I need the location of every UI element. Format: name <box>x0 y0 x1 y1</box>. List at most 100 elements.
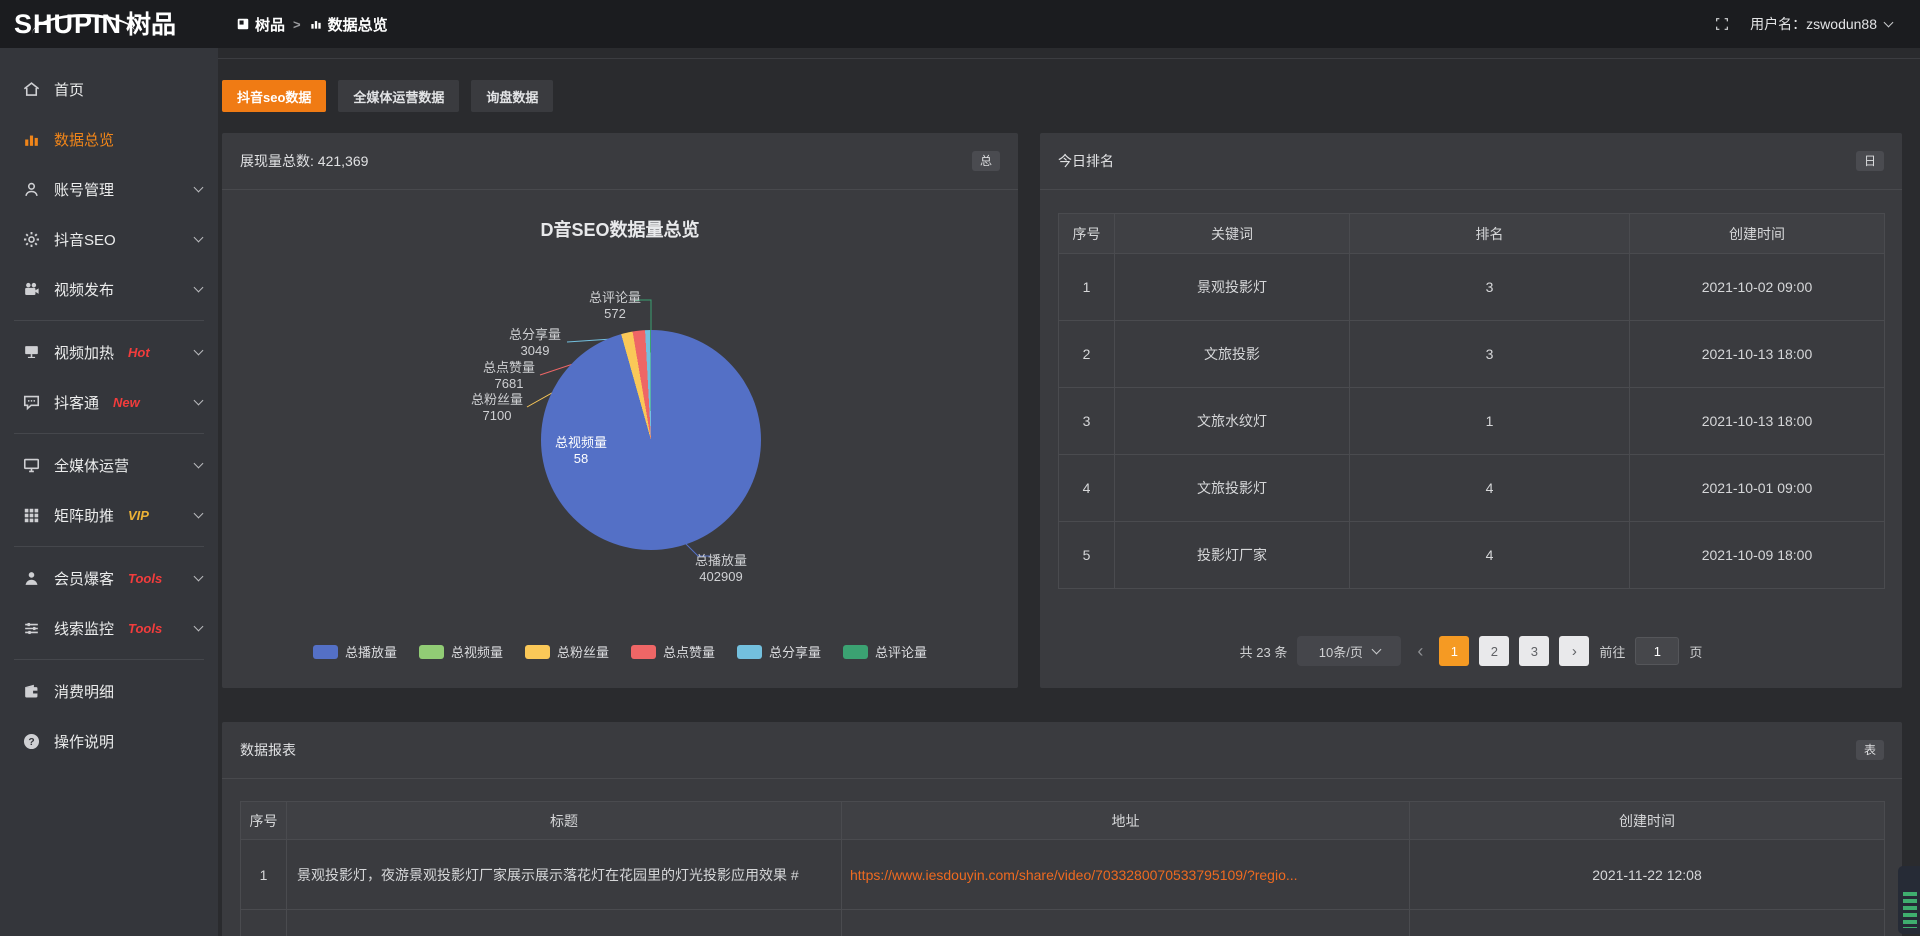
report-row-link[interactable]: https://www.iesdouyin.com/share/video/70… <box>850 867 1298 883</box>
pie-callout-videos: 总视频量58 <box>555 435 607 467</box>
sidebar-divider <box>14 546 204 547</box>
page-button-3[interactable]: 3 <box>1519 636 1549 666</box>
overview-panel-header: 展现量总数: 421,369 总 <box>222 133 1018 190</box>
sidebar-item-account[interactable]: 账号管理 <box>0 164 218 214</box>
total-toggle-button[interactable]: 总 <box>972 151 1000 171</box>
table-row-partial <box>241 910 1885 936</box>
pie-callout-fans: 总粉丝量7100 <box>471 392 523 424</box>
sidebar-item-instructions[interactable]: ? 操作说明 <box>0 716 218 766</box>
chart-title: D音SEO数据量总览 <box>222 216 1018 242</box>
chat-icon <box>22 393 41 412</box>
sidebar-item-media-operation[interactable]: 全媒体运营 <box>0 440 218 490</box>
goto-page-input[interactable] <box>1635 637 1679 665</box>
next-page-button[interactable]: › <box>1559 636 1589 666</box>
video-camera-icon <box>22 280 41 299</box>
chevron-down-icon <box>1371 644 1381 654</box>
chart-legend: 总播放量 总视频量 总粉丝量 总点赞量 总分享量 总评论量 <box>222 642 1018 661</box>
gear-icon <box>22 230 41 249</box>
badge-new: New <box>113 395 140 410</box>
column-header-url: 地址 <box>842 802 1410 840</box>
sidebar-item-douyin-seo[interactable]: 抖音SEO <box>0 214 218 264</box>
chevron-down-icon <box>194 459 204 469</box>
breadcrumb-separator: > <box>293 17 301 32</box>
legend-item-plays[interactable]: 总播放量 <box>313 642 397 661</box>
username-label: 用户名：zswodun88 <box>1750 14 1877 34</box>
floating-contact-widget[interactable] <box>1898 866 1920 934</box>
legend-swatch <box>419 645 444 659</box>
legend-item-fans[interactable]: 总粉丝量 <box>525 642 609 661</box>
user-menu[interactable]: 用户名：zswodun88 <box>1750 14 1892 34</box>
tab-douyin-seo-data[interactable]: 抖音seo数据 <box>222 80 326 112</box>
column-header-title: 标题 <box>287 802 842 840</box>
member-icon <box>22 569 41 588</box>
column-header-created: 创建时间 <box>1630 214 1885 254</box>
sidebar-divider <box>14 433 204 434</box>
sidebar-item-consumption[interactable]: 消费明细 <box>0 666 218 716</box>
pagination: 共 23 条 10条/页 ‹ 1 2 3 › 前往 页 <box>1040 636 1902 666</box>
page-button-1[interactable]: 1 <box>1439 636 1469 666</box>
table-row: 2 文旅投影 3 2021-10-13 18:00 <box>1059 321 1885 388</box>
page-size-select[interactable]: 10条/页 <box>1297 636 1401 666</box>
sidebar-item-clue-monitor[interactable]: 线索监控 Tools <box>0 603 218 653</box>
user-icon <box>22 180 41 199</box>
legend-item-videos[interactable]: 总视频量 <box>419 642 503 661</box>
daily-toggle-button[interactable]: 日 <box>1856 151 1884 171</box>
sidebar-item-data-overview[interactable]: 数据总览 <box>0 114 218 164</box>
wallet-icon <box>22 682 41 701</box>
chevron-down-icon <box>194 233 204 243</box>
data-tabs: 抖音seo数据 全媒体运营数据 询盘数据 <box>222 80 553 112</box>
chevron-down-icon <box>194 572 204 582</box>
chevron-down-icon <box>194 283 204 293</box>
table-toggle-button[interactable]: 表 <box>1856 740 1884 760</box>
report-row-title: 景观投影灯，夜游景观投影灯厂家展示展示落花灯在花园里的灯光投影应用效果 # <box>287 840 842 910</box>
table-row: 1 景观投影灯，夜游景观投影灯厂家展示展示落花灯在花园里的灯光投影应用效果 # … <box>241 840 1885 910</box>
ranking-panel: 今日排名 日 序号 关键词 排名 创建时间 1 景观投影灯 <box>1040 133 1902 688</box>
column-header-keyword: 关键词 <box>1115 214 1350 254</box>
tab-media-operation-data[interactable]: 全媒体运营数据 <box>338 80 459 112</box>
widget-stripes <box>1903 892 1917 928</box>
page-button-2[interactable]: 2 <box>1479 636 1509 666</box>
table-header-row: 序号 标题 地址 创建时间 <box>241 802 1885 840</box>
breadcrumb-current[interactable]: 数据总览 <box>309 14 388 35</box>
home-icon <box>22 80 41 99</box>
table-row: 3 文旅水纹灯 1 2021-10-13 18:00 <box>1059 388 1885 455</box>
legend-item-likes[interactable]: 总点赞量 <box>631 642 715 661</box>
sidebar-item-home[interactable]: 首页 <box>0 64 218 114</box>
logo-text-cn: 树品 <box>126 13 176 38</box>
legend-item-comments[interactable]: 总评论量 <box>843 642 927 661</box>
table-row: 4 文旅投影灯 4 2021-10-01 09:00 <box>1059 455 1885 522</box>
badge-vip: VIP <box>128 508 149 523</box>
report-panel-header: 数据报表 表 <box>222 722 1902 779</box>
breadcrumb-root[interactable]: 树品 <box>236 14 285 35</box>
sidebar: 首页 数据总览 账号管理 抖音SEO 视频发布 视频加热 Hot <box>0 48 218 936</box>
fullscreen-icon[interactable] <box>1714 16 1730 32</box>
chevron-down-icon <box>194 622 204 632</box>
sidebar-item-member-burst[interactable]: 会员爆客 Tools <box>0 553 218 603</box>
prev-page-button[interactable]: ‹ <box>1411 641 1429 662</box>
sidebar-item-matrix-boost[interactable]: 矩阵助推 VIP <box>0 490 218 540</box>
table-row: 1 景观投影灯 3 2021-10-02 09:00 <box>1059 254 1885 321</box>
sidebar-item-video-publish[interactable]: 视频发布 <box>0 264 218 314</box>
legend-swatch <box>737 645 762 659</box>
column-header-index: 序号 <box>1059 214 1115 254</box>
pie-chart-area: D音SEO数据量总览 总评论量572 总分享量3049 总点赞量7681 <box>222 190 1018 687</box>
top-header: SHUPIN 树品 树品 > 数据总览 用户名：zswodun88 <box>0 0 1920 48</box>
app-logo: SHUPIN 树品 <box>0 11 218 38</box>
badge-tools: Tools <box>128 571 162 586</box>
pie-callout-plays: 总播放量402909 <box>695 553 747 585</box>
tab-inquiry-data[interactable]: 询盘数据 <box>471 80 553 112</box>
ranking-table: 序号 关键词 排名 创建时间 1 景观投影灯 3 2021-10-02 09:0… <box>1058 213 1885 589</box>
legend-swatch <box>313 645 338 659</box>
legend-item-shares[interactable]: 总分享量 <box>737 642 821 661</box>
svg-text:?: ? <box>28 737 34 748</box>
column-header-rank: 排名 <box>1350 214 1630 254</box>
pie-callout-comments: 总评论量572 <box>589 290 641 322</box>
sidebar-item-video-heat[interactable]: 视频加热 Hot <box>0 327 218 377</box>
sidebar-item-douketong[interactable]: 抖客通 New <box>0 377 218 427</box>
legend-swatch <box>525 645 550 659</box>
legend-swatch <box>843 645 868 659</box>
chevron-down-icon <box>194 509 204 519</box>
pagination-total: 共 23 条 <box>1240 642 1288 661</box>
overview-title: 展现量总数: 421,369 <box>240 151 368 171</box>
report-row-created: 2021-11-22 12:08 <box>1410 840 1885 910</box>
